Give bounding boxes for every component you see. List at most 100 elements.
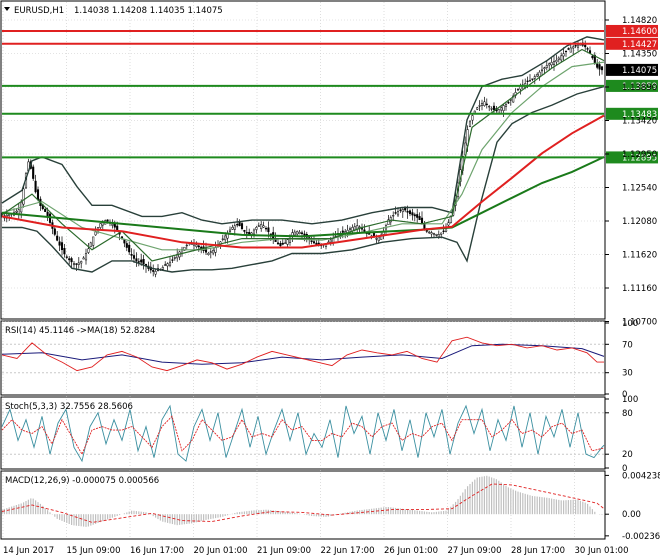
candle-body xyxy=(99,223,102,228)
candle-body xyxy=(312,241,316,244)
candle-body xyxy=(341,230,344,233)
candle-body xyxy=(598,64,601,70)
y-tick-label: 1.12950 xyxy=(622,150,657,160)
candle-body xyxy=(123,239,126,244)
candle-body xyxy=(65,256,68,258)
candle-body xyxy=(257,225,260,227)
candle-body xyxy=(377,236,380,241)
candle-body xyxy=(36,189,40,200)
candle-body xyxy=(442,230,445,232)
candle-body xyxy=(473,110,476,114)
stoch-y-tick-label: 80 xyxy=(622,409,633,419)
candle-body xyxy=(89,242,92,248)
x-tick-label: 26 Jun 01:00 xyxy=(384,546,438,556)
stoch-label: Stoch(5,3,3) 32.7556 28.5606 xyxy=(5,402,133,412)
macd-y-tick-label: 0.004238 xyxy=(622,471,660,481)
stoch-y-tick-label: 100 xyxy=(622,395,638,405)
candle-body xyxy=(468,121,472,127)
rsi-y-tick-label: 100 xyxy=(622,319,638,329)
candle-body xyxy=(471,115,474,121)
y-tick-label: 1.12080 xyxy=(622,217,657,227)
candle-body xyxy=(392,215,395,217)
candle-body xyxy=(550,62,553,66)
candle-body xyxy=(276,242,280,245)
x-tick-label: 21 Jun 09:00 xyxy=(257,546,311,556)
candle-body xyxy=(111,224,114,226)
candle-body xyxy=(536,74,539,77)
macd-label: MACD(12,26,9) -0.000075 0.000566 xyxy=(5,476,159,486)
y-tick-label: 1.11160 xyxy=(622,284,657,294)
candle-body xyxy=(418,216,421,220)
candle-body xyxy=(298,231,301,234)
x-tick-label: 16 Jun 17:00 xyxy=(130,546,184,556)
candle-body xyxy=(363,229,366,232)
candle-body xyxy=(32,166,35,179)
candle-body xyxy=(569,47,572,53)
candle-body xyxy=(531,78,534,80)
candle-body xyxy=(576,44,580,48)
candle-body xyxy=(423,223,426,229)
candle-body xyxy=(207,252,210,255)
candle-body xyxy=(564,50,568,53)
candle-body xyxy=(212,250,215,254)
candle-body xyxy=(394,212,397,214)
candle-body xyxy=(303,233,306,236)
candle-body xyxy=(348,228,352,230)
candle-body xyxy=(430,232,433,235)
candle-body xyxy=(116,225,119,231)
candle-body xyxy=(84,253,88,261)
candle-body xyxy=(171,259,174,261)
candle-body xyxy=(48,213,52,223)
candle-body xyxy=(300,232,304,234)
candle-body xyxy=(284,242,287,244)
candle-body xyxy=(224,235,227,241)
candle-body xyxy=(15,210,18,213)
y-tick-label: 1.14820 xyxy=(622,16,657,26)
candle-body xyxy=(34,180,37,193)
candle-body xyxy=(185,244,188,247)
candle-body xyxy=(432,233,436,235)
candle-body xyxy=(329,239,332,243)
candle-body xyxy=(516,88,520,91)
rsi-y-tick-label: 70 xyxy=(622,340,633,350)
candle-body xyxy=(164,264,167,266)
candle-body xyxy=(72,263,76,266)
candle-body xyxy=(262,225,265,228)
candle-body xyxy=(375,238,378,240)
candle-body xyxy=(58,241,61,246)
candle-body xyxy=(132,255,136,259)
candle-body xyxy=(154,271,157,275)
candle-body xyxy=(238,221,241,227)
candle-body xyxy=(236,224,239,226)
candle-body xyxy=(197,245,200,248)
candle-body xyxy=(166,263,169,267)
x-tick-label: 22 Jun 17:00 xyxy=(321,546,375,556)
candle-body xyxy=(80,261,83,264)
candle-body xyxy=(572,46,575,49)
candle-body xyxy=(447,222,450,226)
header: EURUSD,H1 1.14038 1.14208 1.14035 1.1407… xyxy=(4,6,223,16)
candle-body xyxy=(281,242,284,245)
candle-body xyxy=(600,66,604,71)
candle-body xyxy=(22,188,25,205)
candle-body xyxy=(408,210,412,215)
candle-body xyxy=(310,240,313,242)
candle-body xyxy=(557,57,560,60)
candle-body xyxy=(279,243,282,247)
x-tick-label: 15 Jun 09:00 xyxy=(67,546,121,556)
candle-body xyxy=(440,232,443,235)
candle-body xyxy=(82,257,85,260)
candle-body xyxy=(68,258,71,261)
candle-body xyxy=(586,48,589,50)
candle-body xyxy=(476,107,479,110)
candle-body xyxy=(584,44,587,48)
y-tick-label: 1.13890 xyxy=(622,83,657,93)
candle-body xyxy=(497,109,500,114)
candle-body xyxy=(77,262,80,265)
candle-body xyxy=(540,69,544,72)
x-tick-label: 28 Jun 17:00 xyxy=(511,546,565,556)
candle-body xyxy=(173,257,176,259)
candle-body xyxy=(267,227,270,233)
candle-body xyxy=(293,231,296,236)
candle-body xyxy=(490,108,493,110)
